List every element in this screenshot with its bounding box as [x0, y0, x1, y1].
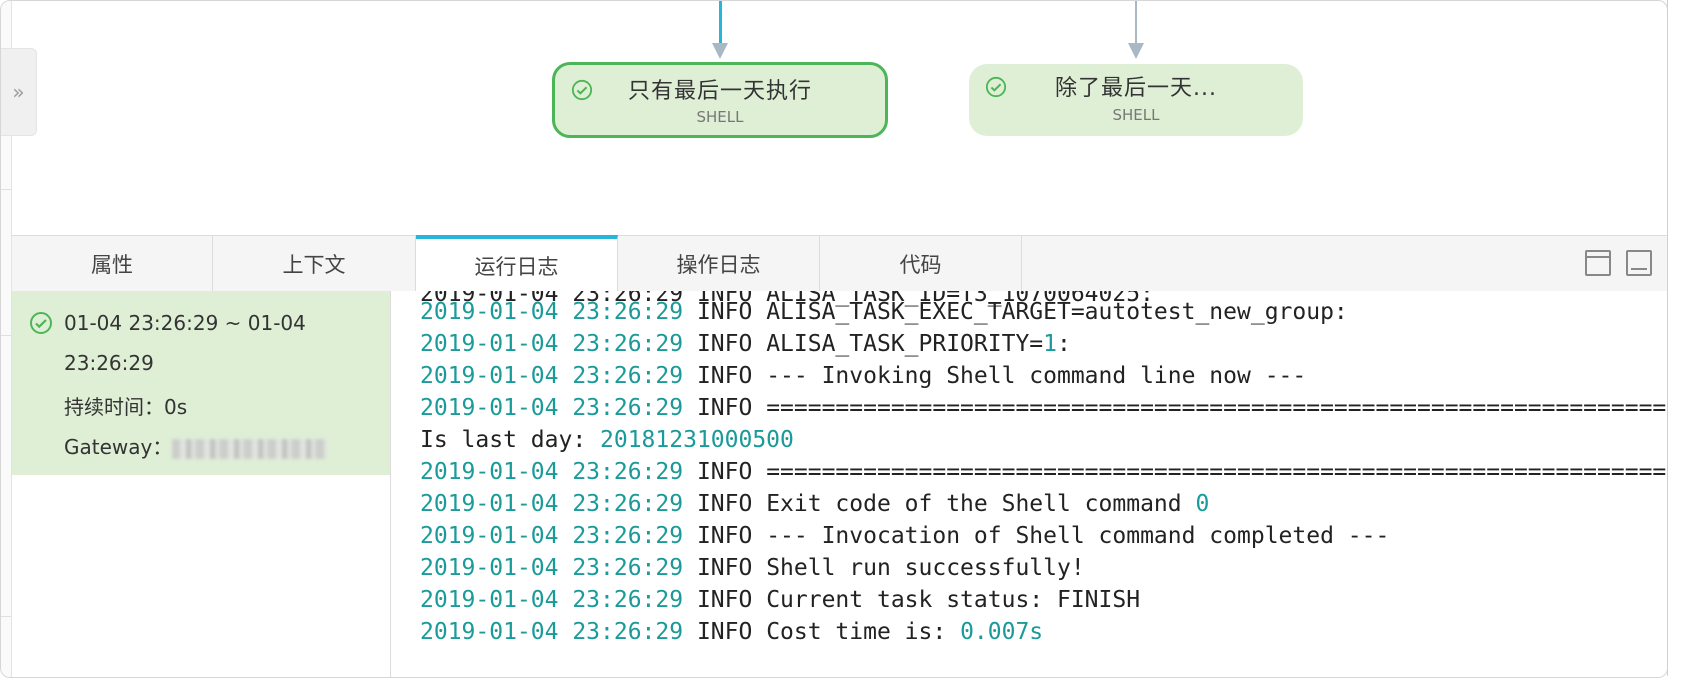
log-timestamp: 2019-01-04 23:26:29 — [420, 395, 684, 421]
log-line: 2019-01-04 23:26:29 INFO ===============… — [420, 456, 1668, 488]
log-timestamp: 2019-01-04 23:26:29 — [420, 331, 684, 357]
tab-operation-log[interactable]: 操作日志 — [618, 236, 820, 291]
log-timestamp: 2019-01-04 23:26:29 — [420, 555, 684, 581]
task-node-last-day[interactable]: 只有最后一天执行 SHELL — [552, 62, 888, 138]
tab-context[interactable]: 上下文 — [213, 236, 416, 291]
log-number: 1 — [1043, 331, 1057, 357]
log-line: Is last day: 20181231000500 — [420, 424, 794, 456]
double-chevron-right-icon: » — [12, 80, 25, 104]
sidebar-expand-button[interactable]: » — [1, 48, 37, 136]
minimize-panel-icon[interactable] — [1626, 250, 1652, 276]
run-instance-item[interactable]: 01-04 23:26:29 ~ 01-04 23:26:29 持续时间：0s … — [12, 291, 390, 475]
check-circle-icon — [30, 312, 52, 334]
log-number: 0.007s — [960, 619, 1044, 645]
run-log-output: 2019-01-04 23:26:29 INFO ALISA_TASK_ID=T… — [391, 291, 1668, 677]
log-text: INFO --- Invoking Shell command line now… — [683, 363, 1307, 389]
run-time-range-end: 23:26:29 — [64, 351, 154, 375]
log-text: INFO Cost time is: — [683, 619, 961, 645]
tab-label: 上下文 — [282, 252, 346, 277]
log-timestamp: 2019-01-04 23:26:29 — [420, 363, 684, 389]
task-node-except-last-day[interactable]: 除了最后一天... SHELL — [969, 64, 1303, 136]
log-number: 0 — [1195, 491, 1210, 517]
log-line: 2019-01-04 23:26:29 INFO Current task st… — [420, 584, 1140, 616]
log-line: 2019-01-04 23:26:29 INFO Cost time is: 0… — [420, 616, 1043, 648]
log-text: INFO ===================================… — [683, 459, 1668, 485]
tab-label: 属性 — [91, 252, 133, 277]
log-line: 2019-01-04 23:26:29 INFO ===============… — [420, 392, 1668, 424]
edge-arrow — [1128, 43, 1144, 59]
tab-code[interactable]: 代码 — [820, 236, 1022, 291]
window-edge — [1667, 0, 1668, 676]
node-title: 只有最后一天执行 — [627, 79, 812, 104]
run-time-range: 01-04 23:26:29 ~ 01-04 — [64, 311, 306, 335]
node-type: SHELL — [1112, 106, 1160, 124]
log-timestamp: 2019-01-04 23:26:29 — [420, 619, 684, 645]
log-text: INFO ALISA_TASK_EXEC_TARGET=autotest_new… — [683, 299, 1348, 325]
log-number: 20181231000500 — [600, 427, 794, 453]
edge-line-active — [719, 1, 722, 45]
log-line: 2019-01-04 23:26:29 INFO Shell run succe… — [420, 552, 1085, 584]
log-text: INFO --- Invocation of Shell command com… — [683, 523, 1390, 549]
log-text: Is last day: — [420, 427, 601, 453]
run-duration: 持续时间：0s — [64, 395, 188, 419]
log-timestamp: 2019-01-04 23:26:29 — [420, 587, 684, 613]
tab-properties[interactable]: 属性 — [12, 236, 213, 291]
log-text: INFO Shell run successfully! — [683, 555, 1085, 581]
log-line: 2019-01-04 23:26:29 INFO ALISA_TASK_PRIO… — [420, 328, 1071, 360]
maximize-panel-icon[interactable] — [1585, 250, 1611, 276]
edge-line — [1135, 1, 1137, 45]
log-line: 2019-01-04 23:26:29 INFO Exit code of th… — [420, 488, 1209, 520]
log-timestamp: 2019-01-04 23:26:29 — [420, 523, 684, 549]
tab-label: 代码 — [899, 252, 942, 277]
gateway-label: Gateway： — [64, 435, 173, 459]
gateway-value-redacted — [172, 438, 328, 459]
tab-label: 运行日志 — [474, 254, 559, 279]
app-frame: » 只有最后一天执行 SHELL 除了最后一天... SHELL 属性 上下文 … — [0, 0, 1668, 678]
tab-run-log[interactable]: 运行日志 — [416, 235, 618, 292]
log-line: 2019-01-04 23:26:29 INFO --- Invocation … — [420, 520, 1389, 552]
log-timestamp: 2019-01-04 23:26:29 — [420, 299, 684, 325]
log-text: INFO ALISA_TASK_PRIORITY= — [683, 331, 1044, 357]
log-line: 2019-01-04 23:26:29 INFO ALISA_TASK_EXEC… — [420, 296, 1348, 328]
run-instance-list: 01-04 23:26:29 ~ 01-04 23:26:29 持续时间：0s … — [12, 291, 391, 677]
log-text: INFO Exit code of the Shell command — [683, 491, 1196, 517]
log-timestamp: 2019-01-04 23:26:29 — [420, 491, 684, 517]
run-gateway: Gateway： — [64, 431, 328, 460]
node-title: 除了最后一天... — [1055, 76, 1217, 101]
log-text: INFO Current task status: FINISH — [683, 587, 1141, 613]
log-text: INFO ===================================… — [683, 395, 1668, 421]
log-timestamp: 2019-01-04 23:26:29 — [420, 459, 684, 485]
tab-label: 操作日志 — [676, 252, 761, 277]
node-type: SHELL — [696, 108, 744, 126]
bottom-panel-tabs: 属性 上下文 运行日志 操作日志 代码 — [12, 235, 1667, 292]
log-line: 2019-01-04 23:26:29 INFO --- Invoking Sh… — [420, 360, 1306, 392]
log-text-tail: : — [1057, 331, 1071, 357]
edge-arrow-active — [712, 43, 728, 59]
